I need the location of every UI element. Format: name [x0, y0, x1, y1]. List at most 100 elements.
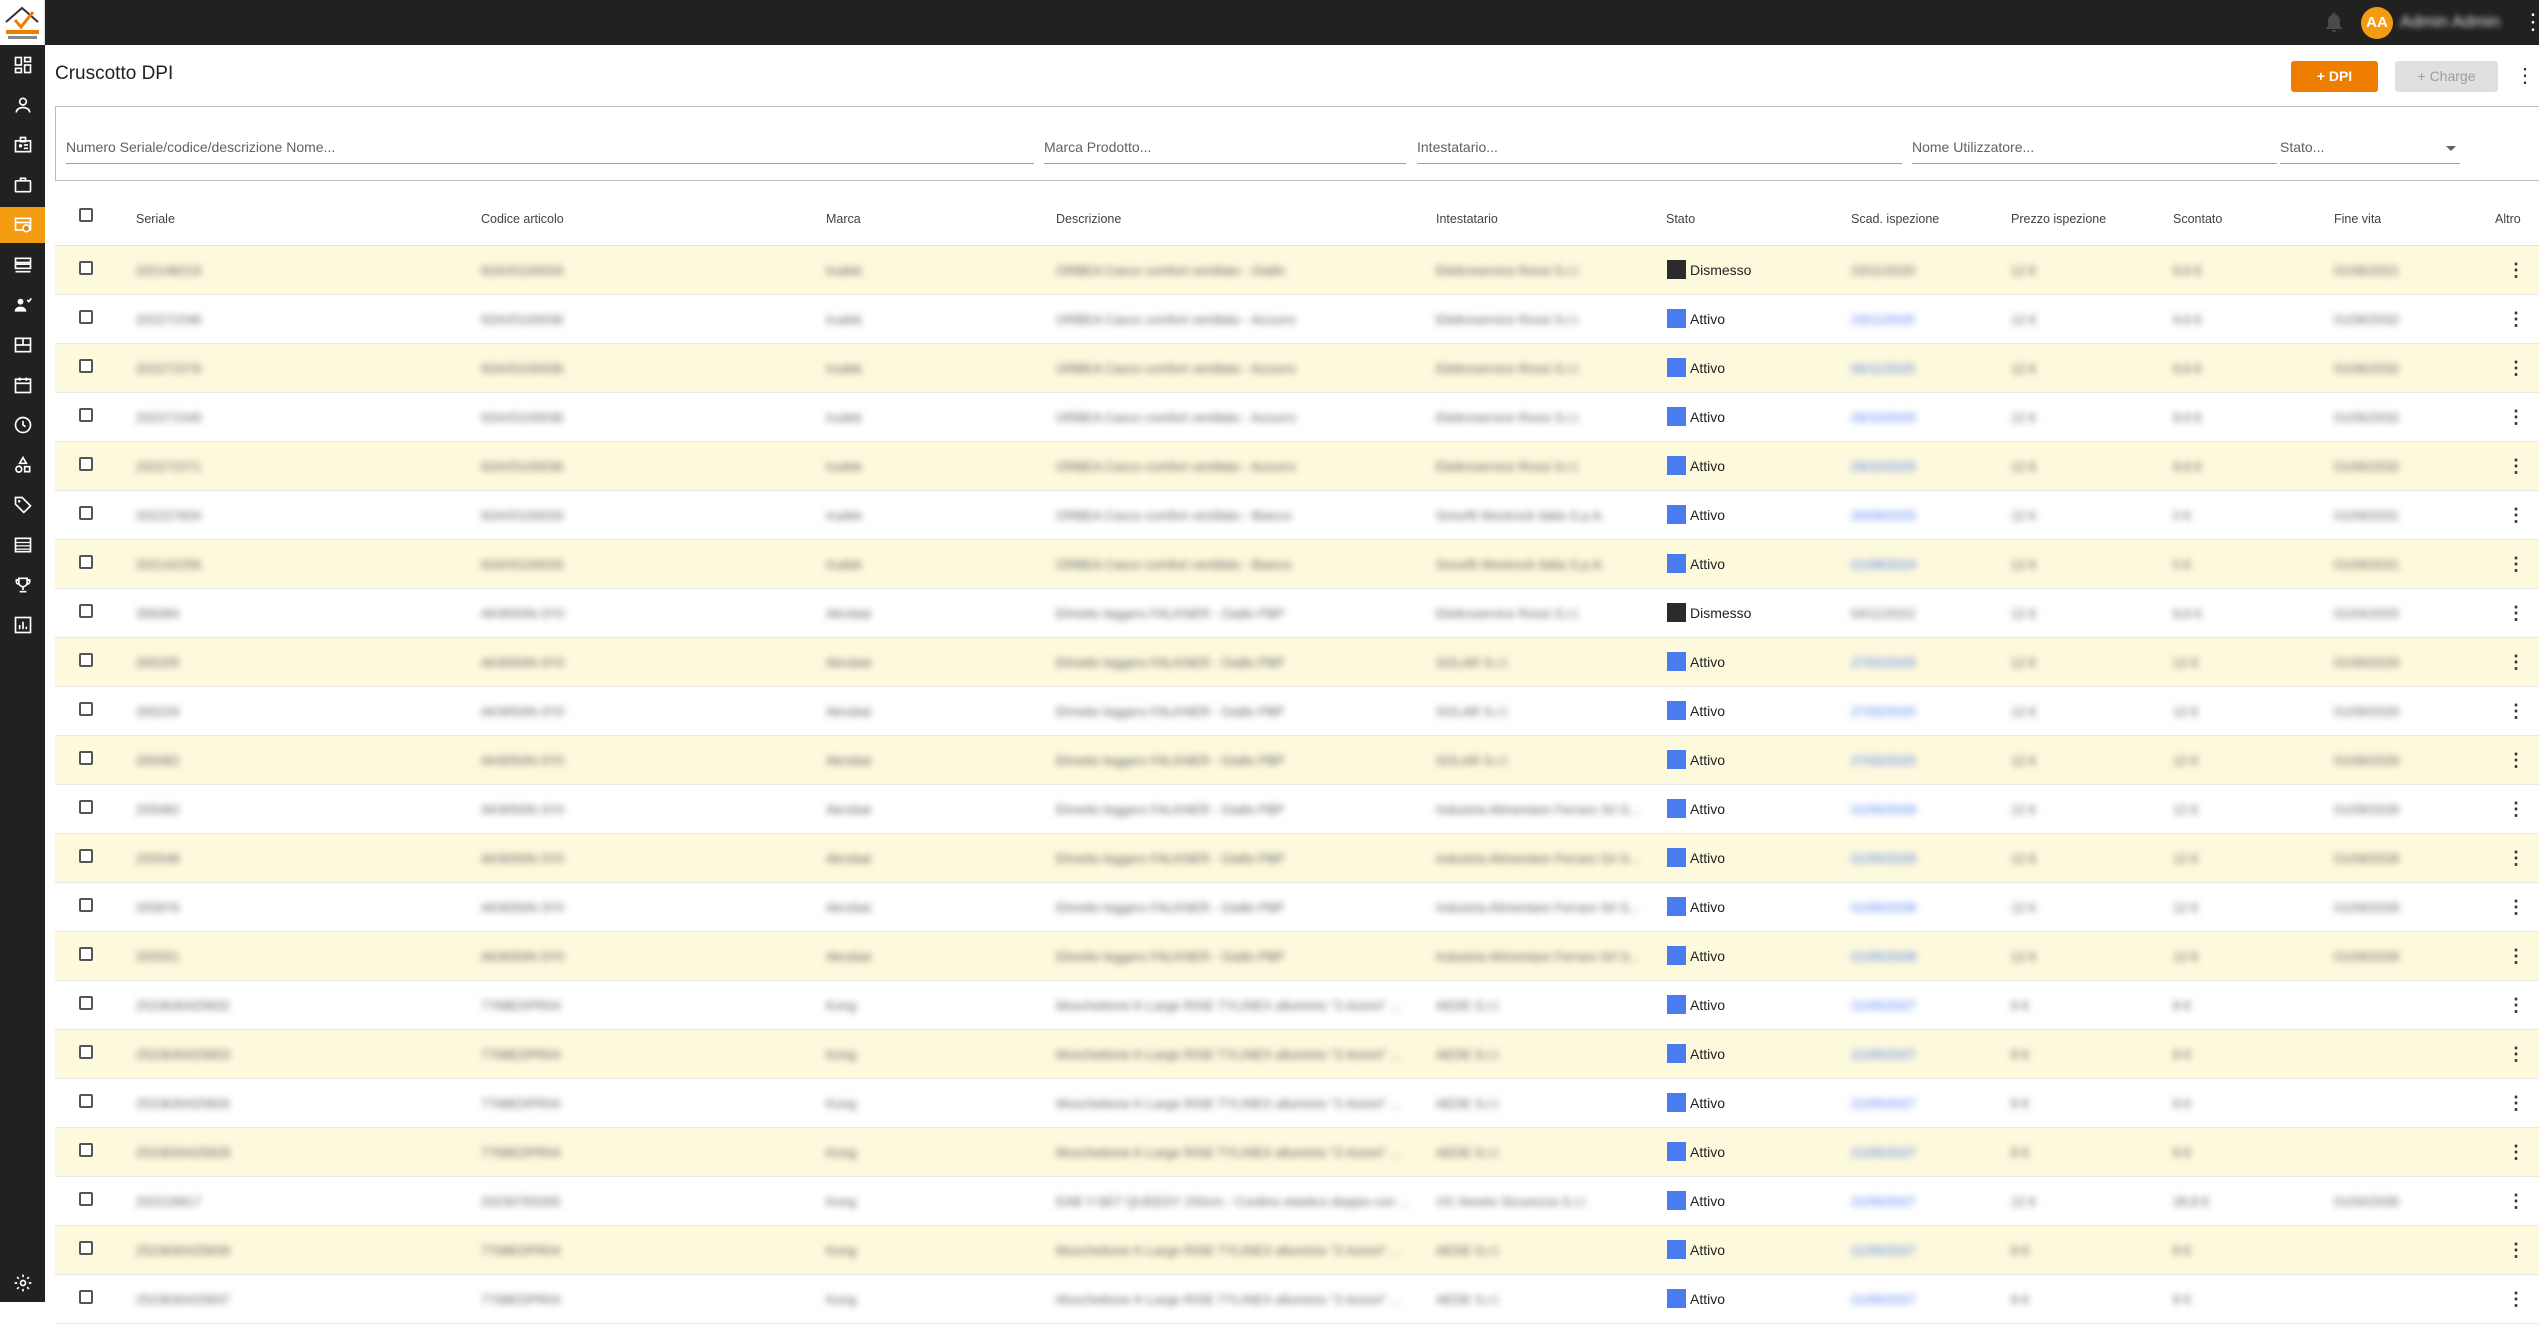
table-row[interactable]: 2523630425826 7768EDPR04 Kong Moschettone K… [55, 1079, 2539, 1128]
cell-scad-ispezione[interactable]: 20/09/2025 [1851, 508, 1916, 523]
cell-scad-ispezione[interactable]: 27/02/2025 [1851, 704, 1916, 719]
brand-filter-input[interactable]: Marca Prodotto... [1044, 134, 1406, 164]
table-row[interactable]: 205876 AK9050N-3Y0 Akrobat Elmetto leggero … [55, 883, 2539, 932]
cell-scad-ispezione[interactable]: 21/05/2027 [1851, 1047, 1916, 1062]
table-row[interactable]: 202271571 92AX5100036 Irudek ORBEA Casco co… [55, 442, 2539, 491]
table-row[interactable]: 2523630425832 7768EDPR04 Kong Moschettone K… [55, 981, 2539, 1030]
cell-scad-ispezione[interactable]: 21/05/2027 [1851, 1096, 1916, 1111]
row-menu-icon[interactable]: ⋮ [2507, 307, 2525, 331]
row-checkbox[interactable] [79, 359, 93, 373]
row-menu-icon[interactable]: ⋮ [2507, 944, 2525, 968]
row-menu-icon[interactable]: ⋮ [2507, 748, 2525, 772]
col-stato[interactable]: Stato [1666, 212, 1695, 226]
sidebar-item-person[interactable] [0, 87, 45, 123]
row-menu-icon[interactable]: ⋮ [2507, 846, 2525, 870]
serial-filter-input[interactable]: Numero Seriale/codice/descrizione Nome..… [66, 134, 1034, 164]
row-menu-icon[interactable]: ⋮ [2507, 454, 2525, 478]
table-row[interactable]: 2523630425839 7768EDPR04 Kong Moschettone K… [55, 1226, 2539, 1275]
more-vertical-icon[interactable]: ⋮ [2522, 10, 2539, 34]
cell-scad-ispezione[interactable]: 21/05/2027 [1851, 1292, 1916, 1307]
select-all-checkbox[interactable] [79, 208, 93, 222]
row-menu-icon[interactable]: ⋮ [2507, 699, 2525, 723]
sidebar-item-dashboard[interactable] [0, 47, 45, 83]
row-menu-icon[interactable]: ⋮ [2507, 1287, 2525, 1311]
col-marca[interactable]: Marca [826, 212, 861, 226]
table-row[interactable]: 265229 AK9050N-3Y0 Akrobat Elmetto leggero … [55, 687, 2539, 736]
charge-button[interactable]: + Charge [2395, 61, 2498, 92]
table-row[interactable]: 265205 AK9050N-3Y0 Akrobat Elmetto leggero … [55, 638, 2539, 687]
row-checkbox[interactable] [79, 310, 93, 324]
cell-scad-ispezione[interactable]: 21/05/2027 [1851, 1243, 1916, 1258]
row-menu-icon[interactable]: ⋮ [2507, 405, 2525, 429]
col-intestatario[interactable]: Intestatario [1436, 212, 1498, 226]
row-checkbox[interactable] [79, 996, 93, 1010]
sidebar-item-reports[interactable] [0, 607, 45, 643]
row-menu-icon[interactable]: ⋮ [2507, 601, 2525, 625]
row-checkbox[interactable] [79, 1045, 93, 1059]
cell-scad-ispezione[interactable]: 01/05/2028 [1851, 949, 1916, 964]
col-prezzo-ispezione[interactable]: Prezzo ispezione [2011, 212, 2106, 226]
row-checkbox[interactable] [79, 506, 93, 520]
table-row[interactable]: 2523630425853 7768EDPR04 Kong Moschettone K… [55, 1030, 2539, 1079]
table-row[interactable]: 202157604 92AX5100033 Irudek ORBEA Casco co… [55, 491, 2539, 540]
sidebar-item-calendar[interactable] [0, 367, 45, 403]
table-row[interactable]: 202142256 92AX5100033 Irudek ORBEA Casco co… [55, 540, 2539, 589]
row-checkbox[interactable] [79, 898, 93, 912]
sidebar-item-list[interactable] [0, 527, 45, 563]
table-row[interactable]: 202148219 92AX5100034 Irudek ORBEA Casco co… [55, 246, 2539, 295]
col-seriale[interactable]: Seriale [136, 212, 175, 226]
table-row[interactable]: 202218917 20230783265 Kong EAB Y-SET QUEEDY… [55, 1177, 2539, 1226]
row-menu-icon[interactable]: ⋮ [2507, 258, 2525, 282]
cell-scad-ispezione[interactable]: 01/05/2028 [1851, 851, 1916, 866]
row-checkbox[interactable] [79, 702, 93, 716]
table-row[interactable]: 202271549 92AX5100036 Irudek ORBEA Casco co… [55, 393, 2539, 442]
sidebar-item-dpi[interactable] [0, 207, 45, 243]
sidebar-item-layout[interactable] [0, 327, 45, 363]
row-menu-icon[interactable]: ⋮ [2507, 356, 2525, 380]
cell-scad-ispezione[interactable]: 27/02/2025 [1851, 753, 1916, 768]
more-vertical-icon[interactable]: ⋮ [2515, 64, 2535, 88]
cell-scad-ispezione[interactable]: 23/11/2020 [1851, 263, 1915, 278]
row-menu-icon[interactable]: ⋮ [2507, 552, 2525, 576]
row-checkbox[interactable] [79, 1143, 93, 1157]
row-checkbox[interactable] [79, 261, 93, 275]
cell-scad-ispezione[interactable]: 29/10/2025 [1851, 410, 1916, 425]
sidebar-item-storage[interactable] [0, 247, 45, 283]
notification-bell-icon[interactable] [2322, 10, 2346, 34]
sidebar-item-awards[interactable] [0, 567, 45, 603]
col-scad-ispezione[interactable]: Scad. ispezione [1851, 212, 1939, 226]
row-checkbox[interactable] [79, 800, 93, 814]
table-row[interactable]: 2523630425837 7768EDPR04 Kong Moschettone K… [55, 1275, 2539, 1324]
table-row[interactable]: 356084 AK9050N-3Y0 Akrobat Elmetto leggero … [55, 589, 2539, 638]
col-codice-articolo[interactable]: Codice articolo [481, 212, 564, 226]
app-logo[interactable] [0, 0, 45, 45]
cell-scad-ispezione[interactable]: 21/05/2027 [1851, 998, 1916, 1013]
row-checkbox[interactable] [79, 408, 93, 422]
user-filter-input[interactable]: Nome Utilizzatore... [1912, 134, 2277, 164]
cell-scad-ispezione[interactable]: 01/08/2024 [1851, 557, 1916, 572]
row-menu-icon[interactable]: ⋮ [2507, 895, 2525, 919]
row-menu-icon[interactable]: ⋮ [2507, 1091, 2525, 1115]
row-menu-icon[interactable]: ⋮ [2507, 1189, 2525, 1213]
row-menu-icon[interactable]: ⋮ [2507, 993, 2525, 1017]
cell-scad-ispezione[interactable]: 29/10/2025 [1851, 459, 1916, 474]
sidebar-item-categories[interactable] [0, 447, 45, 483]
row-checkbox[interactable] [79, 947, 93, 961]
row-checkbox[interactable] [79, 849, 93, 863]
table-row[interactable]: 202271576 92AX5100036 Irudek ORBEA Casco co… [55, 344, 2539, 393]
row-menu-icon[interactable]: ⋮ [2507, 1238, 2525, 1262]
user-avatar[interactable]: AA [2361, 7, 2393, 39]
row-checkbox[interactable] [79, 1192, 93, 1206]
table-row[interactable]: 265082 AK9050N-3Y0 Akrobat Elmetto leggero … [55, 736, 2539, 785]
cell-scad-ispezione[interactable]: 23/11/2025 [1851, 312, 1915, 327]
row-checkbox[interactable] [79, 653, 93, 667]
row-menu-icon[interactable]: ⋮ [2507, 797, 2525, 821]
table-row[interactable]: 205082 AK9050N-3Y0 Akrobat Elmetto leggero … [55, 785, 2539, 834]
table-row[interactable]: 205551 AK9050N-3Y0 Akrobat Elmetto leggero … [55, 932, 2539, 981]
sidebar-item-people[interactable] [0, 287, 45, 323]
cell-scad-ispezione[interactable]: 06/11/2025 [1851, 361, 1915, 376]
col-descrizione[interactable]: Descrizione [1056, 212, 1121, 226]
sidebar-item-badge[interactable] [0, 127, 45, 163]
sidebar-item-tags[interactable] [0, 487, 45, 523]
row-checkbox[interactable] [79, 604, 93, 618]
